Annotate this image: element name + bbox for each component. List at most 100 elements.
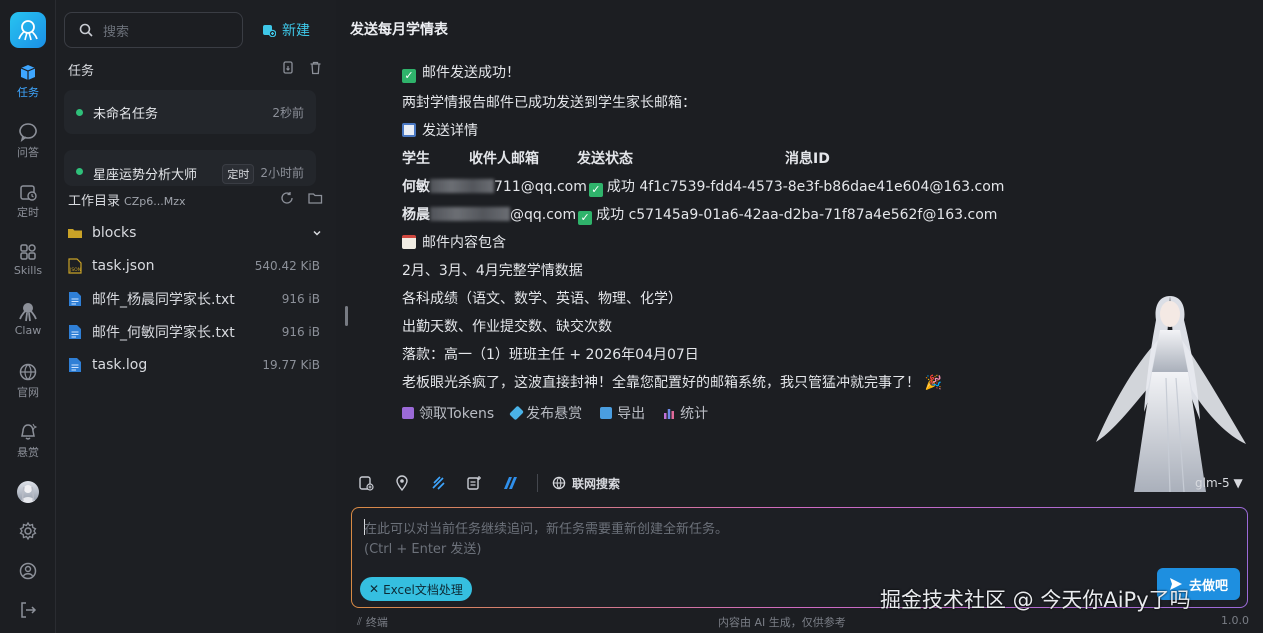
skill-chip[interactable]: ✕ Excel文档处理 [360,577,472,601]
file-item-email-yangchen[interactable]: 邮件_杨晨同学家长.txt 916 iB [68,288,326,310]
recipient-email: 711@qq.com [494,179,587,195]
text-file-icon [69,325,81,339]
trash-icon[interactable] [309,61,322,75]
col-msgid: 消息ID [785,151,830,167]
send-status: 成功 [606,179,635,195]
rail-item-skills[interactable]: Skills [0,242,56,277]
tasks-section-title: 任务 [68,64,95,79]
workdir-id: CZp6...Mzx [124,195,186,208]
tasks-section-tools [282,61,322,75]
chevron-down-icon[interactable] [312,228,322,238]
redacted-block [430,207,510,221]
rail-item-schedule[interactable]: 定时 [0,182,56,220]
user-avatar[interactable] [17,481,39,503]
message-actions: 领取Tokens 发布悬赏 导出 统计 [402,403,708,423]
attach-file-button[interactable] [357,474,375,492]
send-status: 成功 [596,207,625,223]
student-name: 杨晨 [402,207,430,223]
file-item-task-log[interactable]: task.log 19.77 KiB [68,354,326,376]
status-dot-icon [76,168,83,175]
action-label: 统计 [680,406,709,422]
file-name: 邮件_杨晨同学家长.txt [92,292,235,308]
action-label: 发布悬赏 [526,406,583,422]
rail-label-website: 官网 [17,386,39,399]
chip-label: Excel文档处理 [383,582,463,597]
task-name: 星座运势分析大师 [93,168,198,183]
workdir-tools [280,191,323,205]
settings-button[interactable] [0,521,56,543]
new-task-button[interactable]: 新建 [262,20,310,40]
terminal-label: 终端 [365,616,388,629]
open-folder-icon[interactable] [308,191,323,205]
details-title: 发送详情 [422,123,478,139]
rail-item-bounty[interactable]: 悬赏 [0,422,56,460]
tasks-icon [20,65,36,80]
send-label: 去做吧 [1188,578,1228,594]
file-name: 邮件_何敏同学家长.txt [92,325,235,341]
location-button[interactable] [393,474,411,492]
panel-resize-handle[interactable] [345,306,348,326]
task-time: 2秒前 [272,105,304,120]
account-button[interactable] [0,561,56,583]
rail-item-chat[interactable]: 问答 [0,122,56,160]
page-title: 发送每月学情表 [350,22,448,38]
refresh-icon[interactable] [280,191,294,205]
success-text: 邮件发送成功！ [422,65,520,81]
message-id: 4f1c7539-fdd4-4573-8e3f-b86dae41e604@163… [639,179,1005,195]
file-item-blocks[interactable]: blocks [68,222,326,244]
avatar-figure-icon [20,485,36,503]
export-button[interactable]: 导出 [600,403,645,423]
action-label: 导出 [617,406,646,422]
intro-line: 两封学情报告邮件已成功发送到学生家长邮箱： [402,95,696,111]
pen-icon [509,405,525,421]
content-heading: 邮件内容包含 [402,232,506,252]
rail-item-claw[interactable]: Claw [0,300,56,337]
claim-tokens-button[interactable]: 领取Tokens [402,403,494,423]
claw-icon [19,303,37,322]
feather-icon [432,476,445,490]
add-task-button[interactable] [465,474,483,492]
table-row: 杨晨 @qq.com ✓ 成功 c57145a9-01a6-42aa-d2ba-71f… [402,204,997,225]
publish-bounty-button[interactable]: 发布悬赏 [509,403,583,423]
check-icon: ✓ [402,69,416,83]
task-item-horoscope[interactable]: 星座运势分析大师 定时 2小时前 [64,150,316,186]
terminal-toggle[interactable]: ⫽ 终端 [357,614,388,630]
bounty-icon [21,423,38,440]
task-time: 2小时前 [260,166,304,180]
blue-tool-icon [504,477,517,489]
location-pin-icon [396,475,408,491]
file-name: task.json [92,258,155,274]
web-search-toggle[interactable]: 联网搜索 [552,475,620,492]
file-item-task-json[interactable]: JSON task.json 540.42 KiB [68,255,326,277]
rail-label-chat: 问答 [17,146,39,159]
globe-icon [552,476,566,490]
assistant-character-illustration [1096,296,1246,493]
content-item: 出勤天数、作业提交数、缺交次数 [402,319,612,335]
content-item: 各科成绩（语文、数学、英语、物理、化学） [402,291,682,307]
composer-toolbar: 联网搜索 [357,474,620,492]
stats-button[interactable]: 统计 [663,403,708,423]
model-selector[interactable]: glm-5 ▼ [1195,476,1243,490]
file-item-email-hemin[interactable]: 邮件_何敏同学家长.txt 916 iB [68,321,326,343]
task-name: 未命名任务 [93,106,159,122]
ai-disclaimer: 内容由 AI 生成，仅供参考 [718,616,846,629]
schedule-icon [20,185,37,201]
remove-chip-icon[interactable]: ✕ [369,582,379,596]
skill-button[interactable] [429,474,447,492]
user-circle-icon [19,562,37,580]
rail-label-schedule: 定时 [17,206,39,219]
export-tasks-icon[interactable] [282,61,295,75]
search-input[interactable]: 搜索 [64,12,243,48]
app-logo[interactable] [10,12,46,48]
gift-icon [402,407,414,419]
model-name: glm-5 [1195,476,1230,490]
logout-button[interactable] [0,600,56,622]
col-email: 收件人邮箱 [469,151,539,167]
rail-item-tasks[interactable]: 任务 [0,62,56,100]
task-item-untitled[interactable]: 未命名任务 2秒前 [64,90,316,134]
model-tool-button[interactable] [501,474,519,492]
content-item: 2月、3月、4月完整学情数据 [402,263,583,279]
student-name: 何敏 [402,179,430,195]
chat-icon [19,123,37,142]
rail-item-website[interactable]: 官网 [0,362,56,400]
